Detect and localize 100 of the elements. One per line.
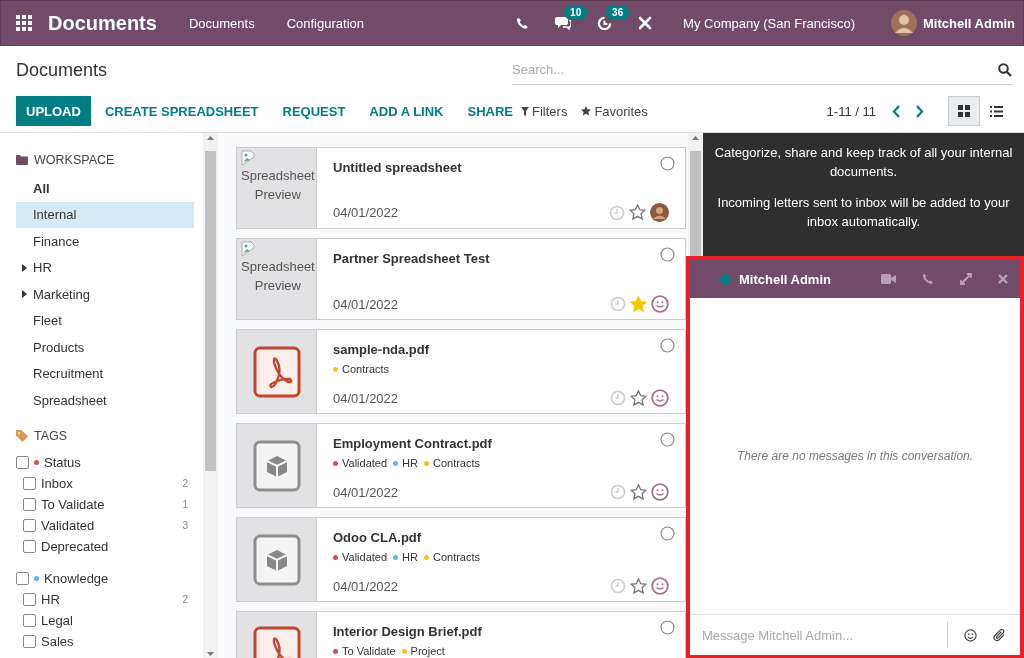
apps-menu-icon[interactable] xyxy=(16,15,32,31)
package-icon xyxy=(252,533,301,586)
package-icon xyxy=(252,439,301,492)
select-checkbox[interactable] xyxy=(660,247,675,262)
tag-count: 2 xyxy=(182,593,188,605)
star-icon[interactable] xyxy=(630,483,647,501)
document-card[interactable]: Interior Design Brief.pdf To Validate Project xyxy=(236,611,686,658)
workspace-item[interactable]: Finance xyxy=(16,228,194,255)
avatar-icon xyxy=(651,483,669,501)
section-heading: TAGS xyxy=(34,428,68,443)
menu-item[interactable]: Configuration xyxy=(286,15,364,31)
close-icon[interactable] xyxy=(998,274,1008,284)
workspace-item[interactable]: Spreadsheet xyxy=(16,387,194,414)
document-card[interactable]: Spreadsheet Preview Untitled spreadsheet 04/01/2022 xyxy=(236,147,686,229)
list-icon[interactable] xyxy=(989,105,1003,117)
company-switcher[interactable]: My Company (San Francisco) xyxy=(683,15,856,31)
tag-icon xyxy=(16,429,28,442)
emoji-icon[interactable] xyxy=(964,628,977,642)
tag-group-label: Knowledge xyxy=(44,570,109,586)
tag-label: Contracts xyxy=(432,457,481,469)
tag-label: Legal xyxy=(41,612,73,628)
scrollbar[interactable] xyxy=(203,133,218,658)
next-page-icon[interactable] xyxy=(915,104,924,118)
checkbox[interactable] xyxy=(23,613,36,627)
select-checkbox[interactable] xyxy=(660,432,675,447)
toolbar-button[interactable]: ADD A LINK xyxy=(359,96,454,126)
empty-conversation-text: There are no messages in this conversation. xyxy=(736,449,974,463)
tag-label: Deprecated xyxy=(41,538,109,554)
document-card[interactable]: Odoo CLA.pdf Validated HR Contracts 04/01/2022 xyxy=(236,517,686,602)
menu-item[interactable]: Documents xyxy=(188,15,255,31)
document-date: 04/01/2022 xyxy=(333,484,400,500)
document-card[interactable]: Employment Contract.pdf Validated HR Contracts 04/01/2022 xyxy=(236,423,686,508)
checkbox[interactable] xyxy=(23,592,36,606)
phone-icon[interactable] xyxy=(922,273,934,285)
favorites-button[interactable]: Favorites xyxy=(581,103,648,119)
caret-icon[interactable] xyxy=(22,290,27,299)
star-icon[interactable] xyxy=(629,204,646,221)
chat-icon[interactable] xyxy=(555,16,572,30)
section-heading: WORKSPACE xyxy=(34,153,115,167)
tag-label: HR xyxy=(402,457,418,469)
toolbar-button[interactable]: REQUEST xyxy=(272,96,356,126)
workspace-item[interactable]: HR xyxy=(16,254,194,281)
checkbox[interactable] xyxy=(23,539,36,553)
toolbar-button[interactable]: SHARE xyxy=(457,96,523,126)
broken-image-icon xyxy=(241,150,257,166)
tag-label: HR xyxy=(402,551,418,563)
toolbar-button[interactable]: CREATE SPREADSHEET xyxy=(94,96,269,126)
message-input[interactable]: Message Mitchell Admin... xyxy=(700,622,948,648)
page-title: Documents xyxy=(16,58,109,81)
checkbox[interactable] xyxy=(16,571,29,585)
avatar-icon xyxy=(651,577,669,595)
select-checkbox[interactable] xyxy=(660,156,675,171)
workspace-item[interactable]: Products xyxy=(16,334,194,361)
avatar-icon xyxy=(651,389,669,407)
video-camera-icon[interactable] xyxy=(881,274,896,284)
tools-icon[interactable] xyxy=(638,16,653,30)
tag-label: Inbox xyxy=(41,475,73,491)
checkbox[interactable] xyxy=(23,497,36,511)
paperclip-icon[interactable] xyxy=(993,628,1006,642)
workspace-item[interactable]: Internal xyxy=(16,201,194,228)
user-name[interactable]: Mitchell Admin xyxy=(923,15,1015,31)
workspace-item[interactable]: All xyxy=(16,175,194,202)
scrollbar[interactable] xyxy=(688,133,703,256)
star-icon[interactable] xyxy=(581,106,592,116)
funnel-icon[interactable] xyxy=(521,106,529,116)
star-icon[interactable] xyxy=(630,389,647,407)
workspace-item[interactable]: Marketing xyxy=(16,281,194,308)
image-alt-text: Spreadsheet Preview xyxy=(241,259,315,293)
expand-icon[interactable] xyxy=(960,273,972,285)
select-checkbox[interactable] xyxy=(660,620,675,635)
activity-icon[interactable] xyxy=(597,15,613,31)
caret-icon[interactable] xyxy=(22,263,27,272)
checkbox[interactable] xyxy=(16,455,29,469)
select-checkbox[interactable] xyxy=(660,526,675,541)
tag-count: 1 xyxy=(182,498,188,510)
workspace-item[interactable]: Recruitment xyxy=(16,360,194,387)
tag-label: Sales xyxy=(41,633,74,649)
checkbox[interactable] xyxy=(23,476,36,490)
select-checkbox[interactable] xyxy=(660,338,675,353)
tag-label: Contracts xyxy=(432,551,481,563)
image-alt-text: Spreadsheet Preview xyxy=(241,168,315,202)
grid-icon[interactable] xyxy=(958,105,970,117)
help-text: Categorize, share and keep track of all your internal documents. xyxy=(713,144,1014,181)
search-field[interactable]: Search... xyxy=(512,62,998,77)
workspace-item[interactable]: Fleet xyxy=(16,307,194,334)
previous-page-icon[interactable] xyxy=(892,104,901,118)
document-card[interactable]: sample-nda.pdf Contracts 04/01/2022 xyxy=(236,329,686,414)
filters-button[interactable]: Filters xyxy=(521,103,568,119)
app-title: Documents xyxy=(48,11,157,35)
tag-label: Validated xyxy=(41,517,95,533)
search-icon[interactable] xyxy=(998,62,1012,77)
checkbox[interactable] xyxy=(23,634,36,648)
upload-button[interactable]: UPLOAD xyxy=(16,96,91,126)
checkbox[interactable] xyxy=(23,518,36,532)
pager-value: 1-11 / 11 xyxy=(826,103,876,119)
user-avatar[interactable] xyxy=(891,10,918,36)
phone-icon[interactable] xyxy=(516,16,530,30)
document-card[interactable]: Spreadsheet Preview Partner Spreadsheet Test 04/01/2022 xyxy=(236,238,686,320)
kanban-view-button[interactable] xyxy=(948,96,980,126)
star-icon[interactable] xyxy=(630,577,647,595)
